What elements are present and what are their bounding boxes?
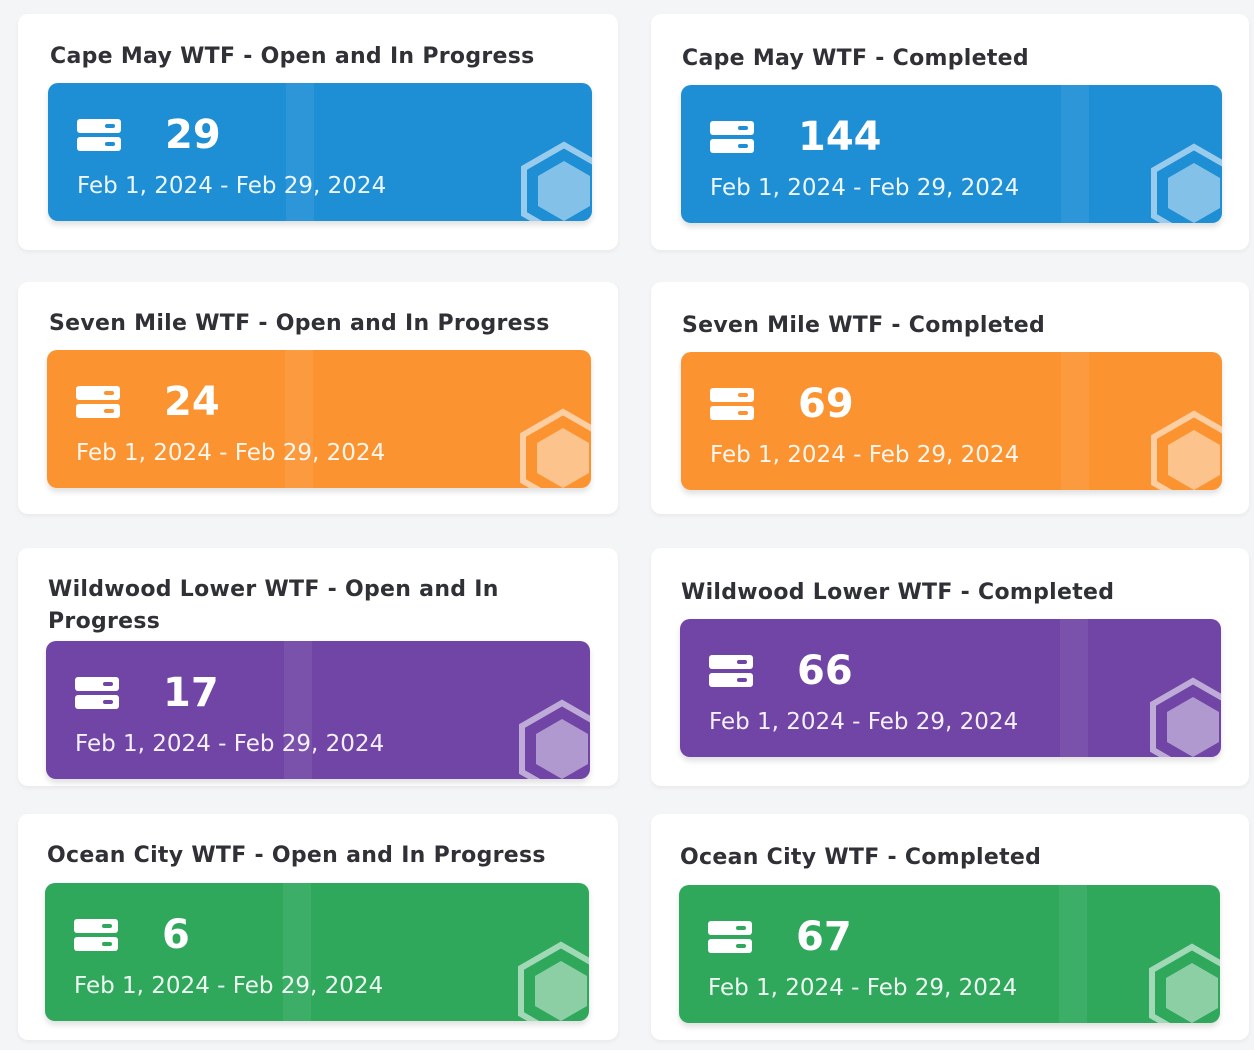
widget-title: Seven Mile WTF - Open and In Progress xyxy=(49,311,550,336)
stat-card[interactable]: 144 Feb 1, 2024 - Feb 29, 2024 xyxy=(681,85,1222,223)
date-range: Feb 1, 2024 - Feb 29, 2024 xyxy=(76,440,386,466)
hexagon-icon xyxy=(1144,143,1222,223)
stat-card[interactable]: 66 Feb 1, 2024 - Feb 29, 2024 xyxy=(680,619,1221,757)
server-icon xyxy=(710,121,754,153)
widget-title: Seven Mile WTF - Completed xyxy=(682,313,1046,338)
date-range: Feb 1, 2024 - Feb 29, 2024 xyxy=(709,709,1019,735)
date-range: Feb 1, 2024 - Feb 29, 2024 xyxy=(710,442,1020,468)
stat-card[interactable]: 17 Feb 1, 2024 - Feb 29, 2024 xyxy=(46,641,590,779)
widget-title: Wildwood Lower WTF - Open and In Progres… xyxy=(48,577,499,634)
widget-title: Ocean City WTF - Completed xyxy=(680,845,1042,870)
server-icon xyxy=(77,119,121,151)
date-range: Feb 1, 2024 - Feb 29, 2024 xyxy=(77,173,387,199)
hexagon-icon xyxy=(1144,410,1222,490)
widget-title: Ocean City WTF - Open and In Progress xyxy=(47,843,546,868)
stat-card[interactable]: 67 Feb 1, 2024 - Feb 29, 2024 xyxy=(679,885,1220,1023)
server-icon xyxy=(76,386,120,418)
date-range: Feb 1, 2024 - Feb 29, 2024 xyxy=(74,973,384,999)
hexagon-icon xyxy=(513,408,591,488)
hexagon-icon xyxy=(514,141,592,221)
server-icon xyxy=(708,921,752,953)
server-icon xyxy=(710,388,754,420)
stat-card[interactable]: 6 Feb 1, 2024 - Feb 29, 2024 xyxy=(45,883,589,1021)
hexagon-icon xyxy=(1142,943,1220,1023)
hexagon-icon xyxy=(512,699,590,779)
widget-title: Cape May WTF - Completed xyxy=(682,46,1029,71)
stat-count: 144 xyxy=(798,114,882,160)
date-range: Feb 1, 2024 - Feb 29, 2024 xyxy=(708,975,1018,1001)
server-icon xyxy=(75,677,119,709)
server-icon xyxy=(709,655,753,687)
hexagon-icon xyxy=(1143,677,1221,757)
stat-count: 6 xyxy=(162,912,190,958)
widget-title: Cape May WTF - Open and In Progress xyxy=(50,44,535,69)
stat-count: 69 xyxy=(798,381,854,427)
stat-card[interactable]: 24 Feb 1, 2024 - Feb 29, 2024 xyxy=(47,350,591,488)
date-range: Feb 1, 2024 - Feb 29, 2024 xyxy=(710,175,1020,201)
server-icon xyxy=(74,919,118,951)
date-range: Feb 1, 2024 - Feb 29, 2024 xyxy=(75,731,385,757)
stat-count: 67 xyxy=(796,914,852,960)
stat-card[interactable]: 69 Feb 1, 2024 - Feb 29, 2024 xyxy=(681,352,1222,490)
stat-card[interactable]: 29 Feb 1, 2024 - Feb 29, 2024 xyxy=(48,83,592,221)
stat-count: 17 xyxy=(163,670,219,716)
widget-title: Wildwood Lower WTF - Completed xyxy=(681,580,1115,605)
stat-count: 29 xyxy=(165,112,221,158)
hexagon-icon xyxy=(511,941,589,1021)
stat-count: 24 xyxy=(164,379,220,425)
stat-count: 66 xyxy=(797,648,853,694)
